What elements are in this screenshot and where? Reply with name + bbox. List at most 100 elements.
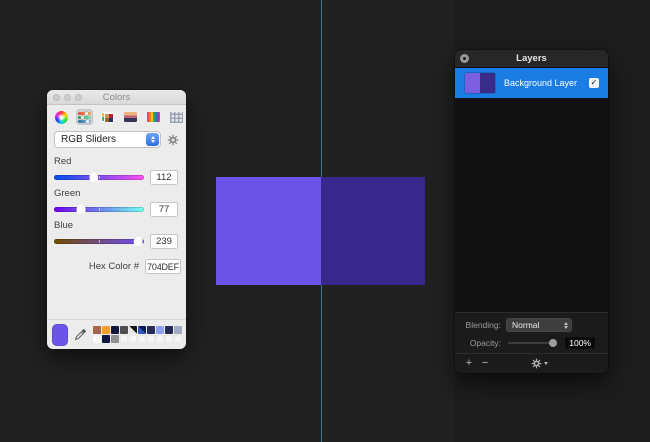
pattern-icon [170,111,183,123]
rgb-sliders: Red 112 Green 77 Blue 239 [47,148,186,249]
slider-midpoint-tick [99,175,100,179]
sliders-icon [78,111,91,123]
remove-layer-button[interactable]: − [479,354,491,373]
palette-swatch[interactable] [165,335,173,343]
palette-swatch[interactable] [111,335,119,343]
tab-color-wheel[interactable] [53,109,70,125]
slider-thumb[interactable] [133,235,143,246]
palette-swatch[interactable] [111,326,119,334]
palette-swatch[interactable] [102,335,110,343]
gear-icon [531,358,542,369]
chevron-down-icon [544,362,548,365]
layers-titlebar[interactable]: Layers [455,50,608,68]
eyedropper-icon [74,328,87,341]
blending-value: Normal [512,320,540,330]
blending-label: Blending: [465,320,501,330]
tab-color-palettes[interactable] [99,109,116,125]
palette-swatch[interactable] [147,326,155,334]
slider-track[interactable] [54,235,144,246]
palette-swatch[interactable] [174,326,182,334]
slider-value-field[interactable]: 112 [150,169,178,185]
layers-title: Layers [516,53,547,64]
slider-value-field[interactable]: 77 [150,201,178,217]
colors-swatch-bar [47,319,186,349]
palette-swatch[interactable] [129,326,137,334]
hex-color-field[interactable]: 704DEF [145,259,181,274]
rgb-slider-red: Red 112 [54,156,178,185]
palette-swatch[interactable] [147,335,155,343]
palette-swatch[interactable] [156,326,164,334]
layer-row[interactable]: Background Layer ✓ [455,68,608,98]
swatch-grid [93,326,182,343]
layer-thumbnail [465,73,495,93]
pencils-icon [147,112,160,122]
slider-thumb[interactable] [76,203,86,214]
palette-swatch[interactable] [120,335,128,343]
slider-midpoint-tick [99,239,100,243]
slider-label: Green [54,188,81,199]
canvas-rectangle[interactable] [216,177,425,285]
palette-swatch[interactable] [174,335,182,343]
dropdown-stepper-icon [564,318,568,332]
panel-title: Colors [102,91,131,103]
palette-swatch[interactable] [102,326,110,334]
canvas-left-half[interactable] [216,177,321,285]
palette-swatch[interactable] [93,335,101,343]
palette-swatch[interactable] [120,326,128,334]
opacity-slider[interactable] [508,339,558,347]
palette-swatch[interactable] [93,326,101,334]
layer-list-empty-area[interactable] [455,98,608,312]
gear-icon[interactable] [167,134,179,146]
layer-thumb-right [480,73,495,93]
tab-pencils[interactable] [145,109,162,125]
close-button[interactable] [53,94,60,101]
color-wheel-icon [55,110,68,124]
palettes-icon [101,111,114,123]
layers-footer: Blending: Normal Opacity: 100% [455,312,608,353]
dropdown-stepper-icon [146,133,159,146]
desktop: Colors RGB Sliders Red 112 Green 77 Blue… [0,0,650,442]
zoom-button[interactable] [75,94,82,101]
minimize-button[interactable] [64,94,71,101]
tab-pattern[interactable] [168,109,185,125]
close-icon[interactable] [460,54,469,63]
palette-swatch[interactable] [165,326,173,334]
slider-thumb[interactable] [89,171,98,182]
layer-visibility-checkbox[interactable]: ✓ [589,78,599,88]
eyedropper-button[interactable] [74,328,87,342]
mode-dropdown-value: RGB Sliders [61,134,117,145]
tab-color-sliders[interactable] [76,109,93,125]
opacity-label: Opacity: [469,338,501,348]
slider-track[interactable] [54,203,144,214]
image-palettes-icon [124,112,137,122]
window-controls [53,94,82,101]
colors-titlebar[interactable]: Colors [47,90,186,105]
tab-image-palettes[interactable] [122,109,139,125]
layer-thumb-left [465,73,480,93]
palette-swatch[interactable] [129,335,137,343]
slider-value-field[interactable]: 239 [150,233,178,249]
rgb-slider-blue: Blue 239 [54,220,178,249]
layers-panel: Layers Background Layer ✓ Blending: Norm… [455,50,608,373]
layer-actions-button[interactable] [531,358,548,369]
palette-swatch[interactable] [138,326,146,334]
slider-label: Blue [54,220,74,231]
slider-midpoint-tick [99,207,100,211]
colors-panel: Colors RGB Sliders Red 112 Green 77 Blue… [47,90,186,349]
canvas-right-half[interactable] [321,177,425,285]
add-layer-button[interactable]: + [463,354,475,373]
layer-name: Background Layer [504,78,578,88]
slider-label: Red [54,156,72,167]
slider-track[interactable] [54,171,144,182]
color-well[interactable] [52,323,68,346]
rgb-slider-green: Green 77 [54,188,178,217]
palette-swatch[interactable] [138,335,146,343]
colors-toolbar [47,105,186,126]
layers-bottom-bar: + − [455,353,608,373]
blending-dropdown[interactable]: Normal [506,318,572,332]
hex-color-label: Hex Color # [88,261,139,272]
opacity-knob[interactable] [549,339,558,347]
mode-dropdown[interactable]: RGB Sliders [54,131,161,148]
palette-swatch[interactable] [156,335,164,343]
opacity-value: 100% [565,337,595,349]
